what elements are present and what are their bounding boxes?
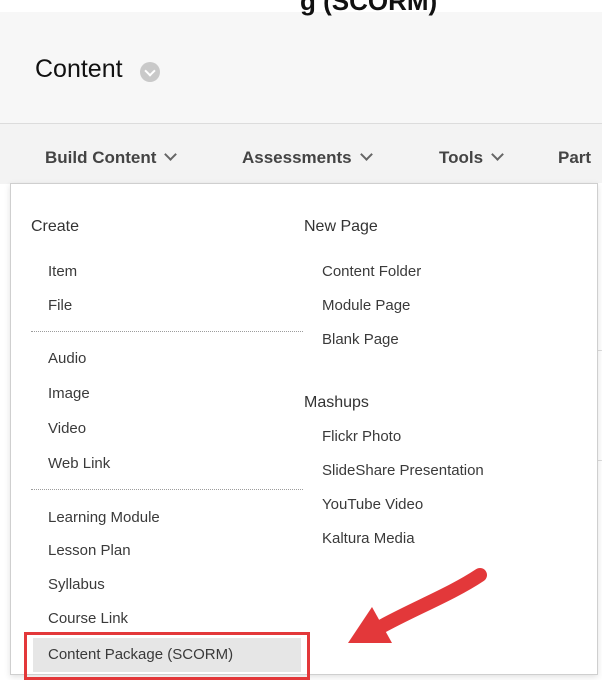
page-title: Content xyxy=(35,55,123,83)
annotation-arrow-icon xyxy=(348,568,487,643)
content-toolbar: Build Content Assessments Tools Part xyxy=(0,123,602,184)
menu-item-blank-page[interactable]: Blank Page xyxy=(322,331,399,348)
menu-item-youtube-video[interactable]: YouTube Video xyxy=(322,496,423,513)
partner-content-label: Part xyxy=(558,148,592,167)
assessments-label: Assessments xyxy=(242,148,352,167)
tools-button[interactable]: Tools xyxy=(439,148,504,168)
menu-item-syllabus[interactable]: Syllabus xyxy=(48,576,105,593)
menu-item-learning-module[interactable]: Learning Module xyxy=(48,509,160,526)
build-content-label: Build Content xyxy=(45,148,157,167)
chevron-down-icon xyxy=(491,148,504,161)
assessments-button[interactable]: Assessments xyxy=(242,148,373,168)
annotation-highlight-box xyxy=(24,632,310,680)
build-content-button[interactable]: Build Content xyxy=(45,148,178,168)
arrow-shaft xyxy=(368,568,487,637)
chevron-down-icon[interactable] xyxy=(140,62,160,82)
mashups-heading: Mashups xyxy=(304,394,369,411)
menu-item-image[interactable]: Image xyxy=(48,385,90,402)
partial-title: g (SCORM) xyxy=(300,0,438,16)
chevron-down-icon xyxy=(164,148,178,161)
menu-item-module-page[interactable]: Module Page xyxy=(322,297,410,314)
menu-separator xyxy=(31,331,303,332)
menu-item-file[interactable]: File xyxy=(48,297,72,314)
menu-item-video[interactable]: Video xyxy=(48,420,86,437)
menu-item-lesson-plan[interactable]: Lesson Plan xyxy=(48,542,131,559)
menu-item-web-link[interactable]: Web Link xyxy=(48,455,110,472)
menu-separator xyxy=(31,489,303,490)
create-heading: Create xyxy=(31,218,80,235)
menu-item-item[interactable]: Item xyxy=(48,263,77,280)
chevron-down-icon xyxy=(359,148,373,161)
page-header: Content xyxy=(0,0,602,123)
partner-content-button[interactable]: Part xyxy=(558,148,591,168)
menu-item-course-link[interactable]: Course Link xyxy=(48,610,128,627)
menu-item-slideshare-presentation[interactable]: SlideShare Presentation xyxy=(322,462,484,479)
menu-item-content-folder[interactable]: Content Folder xyxy=(322,263,421,280)
menu-item-audio[interactable]: Audio xyxy=(48,350,86,367)
menu-item-flickr-photo[interactable]: Flickr Photo xyxy=(322,428,401,445)
tools-label: Tools xyxy=(439,148,484,167)
new-page-heading: New Page xyxy=(304,218,378,235)
